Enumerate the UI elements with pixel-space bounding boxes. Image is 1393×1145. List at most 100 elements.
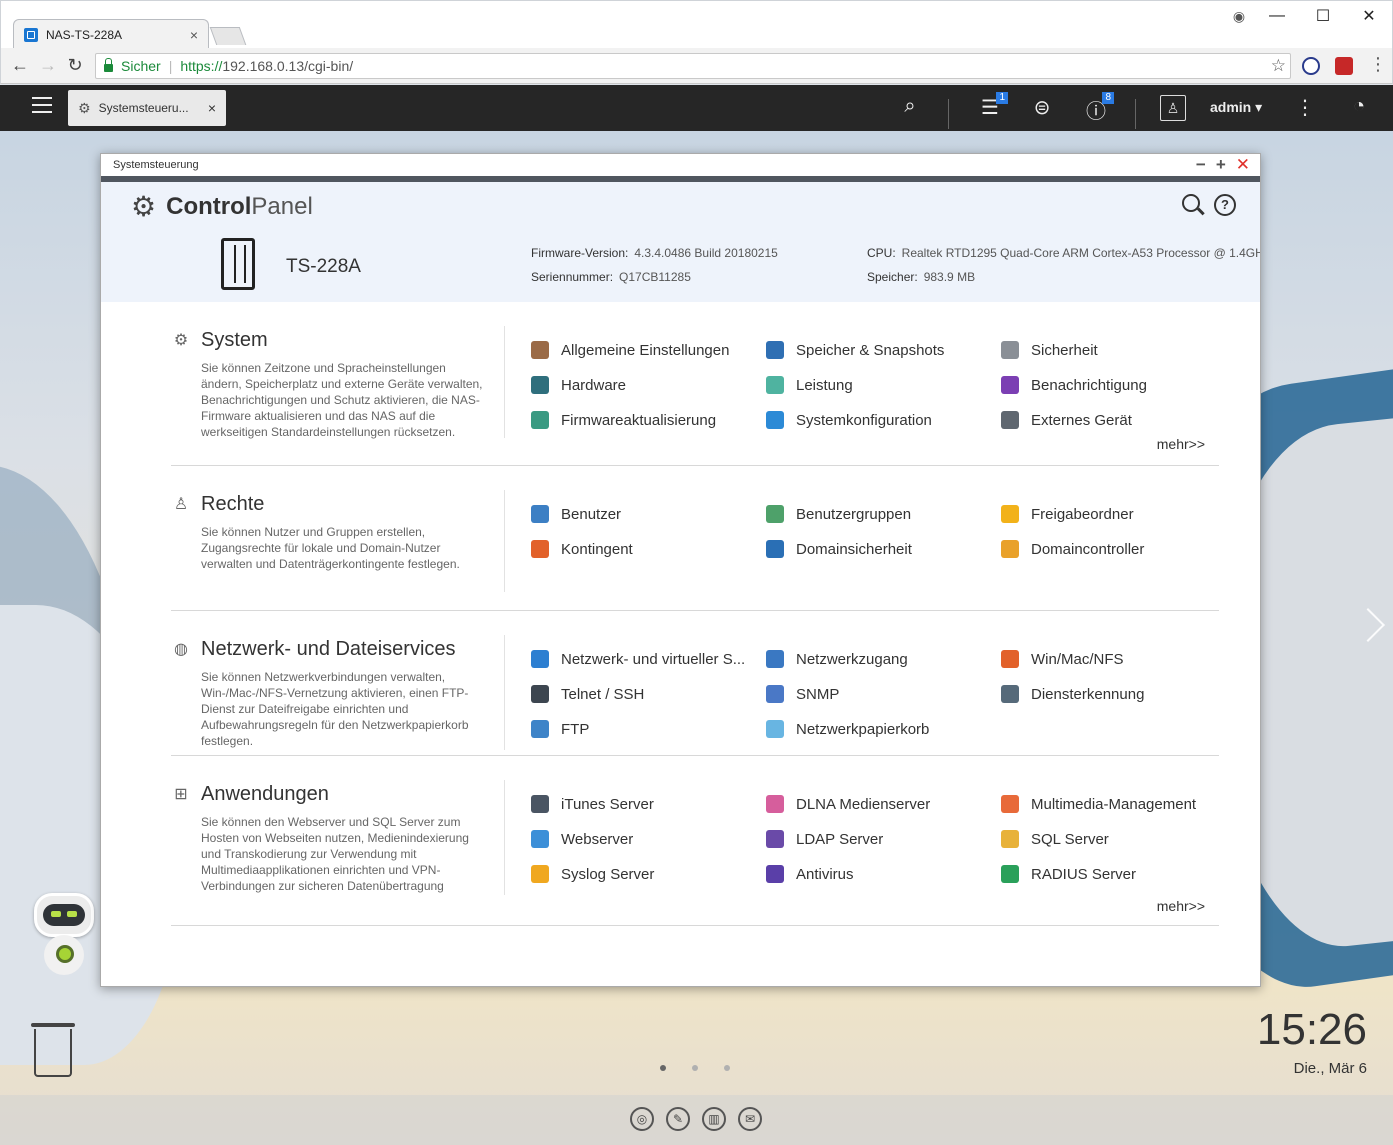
external-device-icon — [1001, 411, 1019, 429]
external-devices-icon[interactable]: ⊜ — [1028, 95, 1056, 120]
item-telnet-ssh[interactable]: Telnet / SSH — [531, 684, 766, 704]
minimize-icon[interactable]: − — [1196, 154, 1206, 176]
search-icon[interactable] — [1182, 194, 1200, 212]
background-tasks-icon[interactable]: ☰ 1 — [976, 92, 1008, 120]
forward-arrow-icon[interactable]: → — [37, 54, 59, 76]
maximize-icon[interactable]: + — [1216, 154, 1226, 176]
item-netzwerk-virtueller-switch[interactable]: Netzwerk- und virtueller S... — [531, 649, 766, 669]
item-firmwareaktualisierung[interactable]: Firmwareaktualisierung — [531, 410, 766, 430]
item-diensterkennung[interactable]: Diensterkennung — [1001, 684, 1221, 704]
cpu-info: CPU: Realtek RTD1295 Quad-Core ARM Cortex… — [867, 246, 1260, 260]
item-webserver[interactable]: Webserver — [531, 829, 766, 849]
dlna-media-server-icon — [766, 795, 784, 813]
section-description: Sie können den Webserver und SQL Server … — [201, 815, 469, 893]
tab-close-icon[interactable]: × — [190, 27, 198, 43]
item-freigabeordner[interactable]: Freigabeordner — [1001, 504, 1221, 524]
new-tab-button[interactable] — [209, 27, 247, 45]
recycle-bin-icon[interactable] — [31, 1023, 75, 1077]
domain-security-icon — [766, 540, 784, 558]
item-netzwerkpapierkorb[interactable]: Netzwerkpapierkorb — [766, 719, 1001, 739]
taskbar-app-tab[interactable]: ⚙ Systemsteueru... × — [68, 90, 226, 126]
item-win-mac-nfs[interactable]: Win/Mac/NFS — [1001, 649, 1221, 669]
minimize-button[interactable]: — — [1254, 7, 1300, 25]
item-dlna-medienserver[interactable]: DLNA Medienserver — [766, 794, 1001, 814]
item-leistung[interactable]: Leistung — [766, 375, 1001, 395]
taskbar-app-close-icon[interactable]: × — [208, 100, 216, 116]
item-benutzergruppen[interactable]: Benutzergruppen — [766, 504, 1001, 524]
page-dot[interactable] — [724, 1065, 730, 1071]
close-window-button[interactable]: ✕ — [1346, 6, 1392, 26]
page-dot[interactable] — [660, 1065, 666, 1071]
itunes-server-icon — [531, 795, 549, 813]
ublock-extension-icon[interactable] — [1335, 57, 1353, 75]
item-allgemeine-einstellungen[interactable]: Allgemeine Einstellungen — [531, 340, 766, 360]
section-title[interactable]: ◍ Netzwerk- und Dateiservices — [171, 635, 505, 663]
main-menu-icon[interactable] — [32, 97, 52, 113]
item-antivirus[interactable]: Antivirus — [766, 864, 1001, 884]
profile-icon[interactable]: ◉ — [1224, 8, 1254, 25]
service-discovery-icon — [1001, 685, 1019, 703]
user-group-icon — [766, 505, 784, 523]
close-icon[interactable]: ✕ — [1236, 154, 1250, 176]
dashboard-icon[interactable]: ◔ — [1345, 95, 1373, 118]
item-benutzer[interactable]: Benutzer — [531, 504, 766, 524]
utilities-icon[interactable]: ✎ — [666, 1107, 690, 1131]
section-title-label: Netzwerk- und Dateiservices — [201, 637, 456, 660]
back-arrow-icon[interactable]: ← — [9, 54, 31, 76]
section-title[interactable]: ⊞ Anwendungen — [171, 780, 505, 808]
myqnapcloud-icon[interactable]: ◎ — [630, 1107, 654, 1131]
feedback-icon[interactable]: ▥ — [702, 1107, 726, 1131]
item-snmp[interactable]: SNMP — [766, 684, 1001, 704]
section-items: Netzwerk- und virtueller S... Netzwerkzu… — [531, 649, 1221, 739]
maximize-button[interactable]: ☐ — [1300, 6, 1346, 26]
section-title[interactable]: ♙ Rechte — [171, 490, 505, 518]
item-domaincontroller[interactable]: Domaincontroller — [1001, 539, 1221, 559]
search-icon[interactable]: ⌕ — [896, 95, 924, 118]
info-badge: 8 — [1102, 92, 1114, 104]
item-sicherheit[interactable]: Sicherheit — [1001, 340, 1221, 360]
item-speicher-snapshots[interactable]: Speicher & Snapshots — [766, 340, 1001, 360]
item-radius-server[interactable]: RADIUS Server — [1001, 864, 1221, 884]
item-itunes-server[interactable]: iTunes Server — [531, 794, 766, 814]
item-ftp[interactable]: FTP — [531, 719, 766, 739]
user-avatar-icon[interactable]: ♙ — [1160, 95, 1186, 121]
event-notification-icon[interactable]: ⓘ 8 — [1082, 92, 1114, 124]
terminal-icon — [531, 685, 549, 703]
item-externes-geraet[interactable]: Externes Gerät — [1001, 410, 1221, 430]
browser-tab[interactable]: NAS-TS-228A × — [13, 19, 209, 49]
item-hardware[interactable]: Hardware — [531, 375, 766, 395]
more-link[interactable]: mehr>> — [1157, 436, 1205, 452]
url-separator: | — [168, 58, 173, 74]
user-menu[interactable]: admin ▾ — [1210, 99, 1262, 116]
extension-icon[interactable] — [1302, 57, 1320, 75]
page-dot[interactable] — [692, 1065, 698, 1071]
more-options-icon[interactable]: ⋮ — [1291, 95, 1319, 120]
help-center-icon[interactable]: ✉ — [738, 1107, 762, 1131]
reload-icon[interactable]: ↻ — [64, 54, 86, 76]
bookmark-star-icon[interactable]: ☆ — [1271, 56, 1286, 76]
window-titlebar[interactable]: Systemsteuerung − + ✕ — [101, 154, 1260, 176]
item-ldap-server[interactable]: LDAP Server — [766, 829, 1001, 849]
item-sql-server[interactable]: SQL Server — [1001, 829, 1221, 849]
item-netzwerkzugang[interactable]: Netzwerkzugang — [766, 649, 1001, 669]
section-description: Sie können Nutzer und Gruppen erstellen,… — [201, 525, 460, 571]
url-scheme: https:// — [180, 58, 223, 74]
security-lock-icon — [1001, 341, 1019, 359]
item-multimedia-management[interactable]: Multimedia-Management — [1001, 794, 1221, 814]
help-icon[interactable]: ? — [1214, 194, 1236, 216]
item-syslog-server[interactable]: Syslog Server — [531, 864, 766, 884]
multimedia-icon — [1001, 795, 1019, 813]
qboost-robot-icon[interactable] — [28, 893, 100, 989]
section-description: Sie können Netzwerkverbindungen verwalte… — [201, 670, 469, 748]
address-bar[interactable]: Sicher | https:// 192.168.0.13/cgi-bin/ … — [95, 53, 1291, 79]
item-domainsicherheit[interactable]: Domainsicherheit — [766, 539, 1001, 559]
item-systemkonfiguration[interactable]: Systemkonfiguration — [766, 410, 1001, 430]
browser-toolbar: ← → ↻ Sicher | https:// 192.168.0.13/cgi… — [0, 48, 1393, 84]
item-kontingent[interactable]: Kontingent — [531, 539, 766, 559]
more-link[interactable]: mehr>> — [1157, 898, 1205, 914]
section-divider — [504, 490, 505, 592]
item-benachrichtigung[interactable]: Benachrichtigung — [1001, 375, 1221, 395]
browser-menu-icon[interactable]: ⋮ — [1369, 54, 1387, 75]
globe-icon: ◍ — [174, 641, 188, 658]
section-title[interactable]: ⚙ System — [171, 326, 505, 354]
